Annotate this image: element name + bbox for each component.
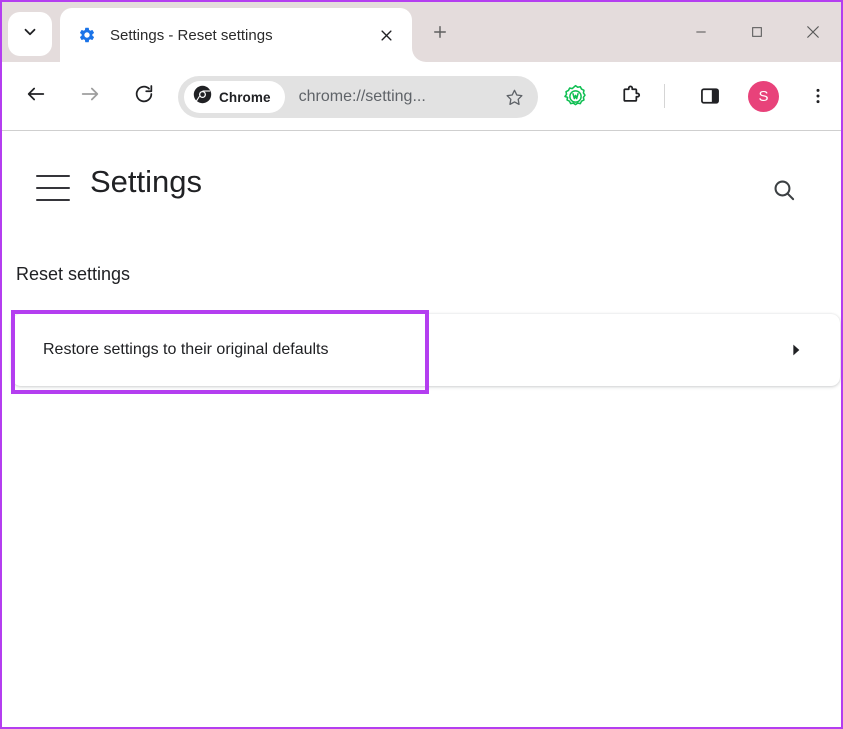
omnibox-chip-label: Chrome [219,90,271,105]
profile-avatar[interactable]: S [748,81,779,112]
forward-button[interactable] [72,78,108,114]
tab-strip: Settings - Reset settings [2,2,841,62]
settings-header: Settings [2,147,841,223]
reload-button[interactable] [126,78,162,114]
hamburger-menu-icon[interactable] [36,175,70,201]
chrome-logo-icon [193,85,212,109]
three-dot-menu-icon[interactable] [800,78,836,114]
toolbar-divider [664,84,665,108]
page-title: Settings [90,164,202,200]
search-icon[interactable] [767,173,801,207]
plus-icon [431,23,449,46]
browser-tab[interactable]: Settings - Reset settings [60,8,412,62]
bookmark-star-icon[interactable] [498,81,530,113]
extension-green-icon[interactable] [557,78,593,114]
gear-icon [78,26,96,44]
avatar-initial: S [758,88,768,105]
new-tab-button[interactable] [424,18,456,50]
arrow-left-icon [25,83,47,110]
extensions-puzzle-icon[interactable] [612,78,648,114]
side-panel-icon[interactable] [692,78,728,114]
minimize-button[interactable] [673,2,729,62]
restore-defaults-label: Restore settings to their original defau… [43,341,328,359]
browser-window: Settings - Reset settings [0,0,843,729]
tab-search-button[interactable] [8,12,52,56]
back-button[interactable] [18,78,54,114]
omnibox-chrome-chip[interactable]: Chrome [184,81,285,113]
section-title: Reset settings [16,264,130,285]
omnibox-url-text: chrome://setting... [299,88,498,106]
settings-page: Settings Reset settings Restore settings… [2,131,841,727]
restore-defaults-row[interactable]: Restore settings to their original defau… [12,314,840,386]
close-window-button[interactable] [785,2,841,62]
maximize-button[interactable] [729,2,785,62]
window-controls [673,2,841,62]
tab-title: Settings - Reset settings [110,27,372,44]
chevron-down-icon [21,23,39,46]
chevron-right-icon [786,340,806,360]
tab-close-button[interactable] [372,21,400,49]
arrow-right-icon [79,83,101,110]
reload-icon [133,83,155,110]
address-bar[interactable]: Chrome chrome://setting... [178,76,538,118]
